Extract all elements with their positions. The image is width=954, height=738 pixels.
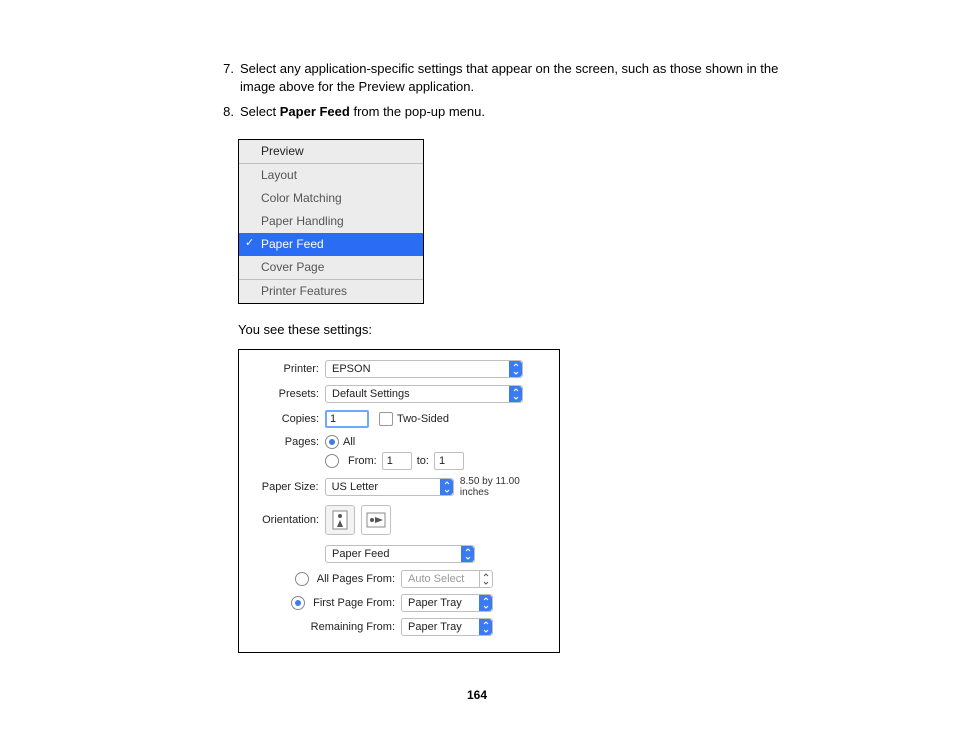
portrait-icon [332,510,348,530]
updown-icon [509,361,522,377]
paper-size-label: Paper Size: [247,481,325,493]
all-pages-from-select[interactable]: Auto Select [401,570,493,588]
popup-menu-figure: Preview Layout Color Matching Paper Hand… [238,139,424,304]
two-sided-checkbox[interactable] [379,412,393,426]
landscape-icon [366,512,386,528]
all-pages-from-label: All Pages From: [317,573,395,585]
copies-label: Copies: [247,413,325,425]
lead-text: You see these settings: [238,322,794,337]
paper-size-select[interactable]: US Letter [325,478,454,496]
page-number: 164 [0,688,954,702]
updown-icon [479,619,492,635]
pages-from-label: From: [348,455,377,467]
updown-icon [461,546,474,562]
orientation-label: Orientation: [247,514,325,526]
first-page-from-label: First Page From: [313,597,395,609]
presets-label: Presets: [247,388,325,400]
updown-icon [440,479,453,495]
pages-all-label: All [343,436,355,448]
presets-select[interactable]: Default Settings [325,385,523,403]
orientation-landscape-button[interactable] [361,505,391,535]
pages-to-label: to: [417,455,429,467]
pages-all-radio[interactable] [325,435,339,449]
step-7: 7. Select any application-specific setti… [214,60,794,95]
popup-item-printer-features[interactable]: Printer Features [239,280,423,303]
updown-icon [509,386,522,402]
two-sided-label: Two-Sided [397,413,449,425]
first-page-from-radio[interactable] [291,596,305,610]
paper-size-note: 8.50 by 11.00 inches [460,476,551,498]
print-dialog-figure: Printer: EPSON Presets: Default Settings [238,349,560,653]
pages-to-input[interactable]: 1 [434,452,464,470]
step-8: 8. Select Paper Feed from the pop-up men… [214,103,794,121]
popup-item-layout[interactable]: Layout [239,164,423,187]
printer-label: Printer: [247,363,325,375]
pages-label: Pages: [247,436,325,448]
all-pages-from-radio[interactable] [295,572,309,586]
updown-icon [479,571,492,587]
printer-select[interactable]: EPSON [325,360,523,378]
remaining-from-select[interactable]: Paper Tray [401,618,493,636]
updown-icon [479,595,492,611]
popup-item-preview[interactable]: Preview [239,140,423,163]
pages-from-radio[interactable] [325,454,339,468]
section-select[interactable]: Paper Feed [325,545,475,563]
first-page-from-select[interactable]: Paper Tray [401,594,493,612]
remaining-from-label: Remaining From: [311,621,395,633]
copies-input[interactable]: 1 [325,410,369,428]
pages-from-input[interactable]: 1 [382,452,412,470]
popup-item-paper-handling[interactable]: Paper Handling [239,210,423,233]
popup-item-paper-feed[interactable]: Paper Feed [239,233,423,256]
orientation-portrait-button[interactable] [325,505,355,535]
popup-item-color-matching[interactable]: Color Matching [239,187,423,210]
popup-item-cover-page[interactable]: Cover Page [239,256,423,279]
